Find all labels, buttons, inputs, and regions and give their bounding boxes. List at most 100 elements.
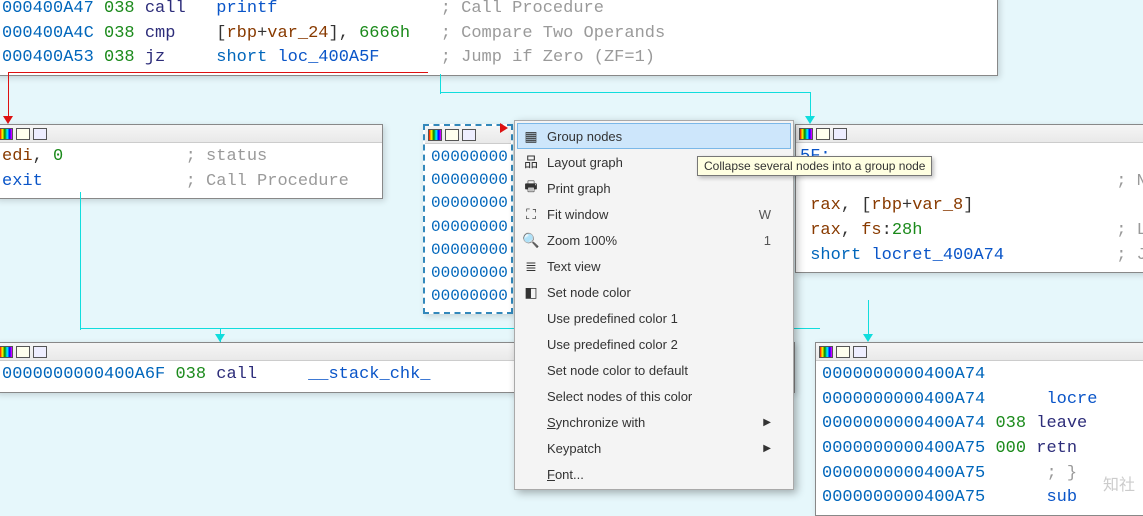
node-top[interactable]: 000400A47 038 call printf ; Call Procedu… <box>0 0 998 76</box>
palette-icon[interactable] <box>428 129 442 141</box>
ctx-label: Text view <box>547 259 771 274</box>
edit-icon[interactable] <box>16 128 30 140</box>
node-bottom-right[interactable]: 0000000000400A74 0000000000400A74 locre0… <box>815 342 1143 516</box>
tooltip: Collapse several nodes into a group node <box>697 156 932 176</box>
props-icon[interactable] <box>33 346 47 358</box>
props-icon[interactable] <box>462 129 476 141</box>
asm-line: 0000000000400A74 <box>822 363 1143 388</box>
ctx-icon <box>521 334 541 354</box>
ctx-label: Keypatch <box>547 441 763 456</box>
node-left[interactable]: edi, 0 ; statusexit ; Call Procedure <box>0 124 383 199</box>
edit-icon[interactable] <box>816 128 830 140</box>
ctx-icon <box>521 308 541 328</box>
node-br-body: 0000000000400A74 0000000000400A74 locre0… <box>816 361 1143 515</box>
props-icon[interactable] <box>833 128 847 140</box>
ctx-icon <box>521 386 541 406</box>
node-right[interactable]: 5F: ; No Operat rax, [rbp+var_8] rax, fs… <box>795 124 1143 273</box>
addr-line: 00000000 <box>431 262 505 285</box>
ctx-label: Fit window <box>547 207 759 222</box>
ctx-label: Zoom 100% <box>547 233 764 248</box>
ctx-print-graph[interactable]: 🖶 Print graph <box>517 175 791 201</box>
edge-true-h <box>440 92 810 93</box>
asm-line: edi, 0 ; status <box>2 145 376 170</box>
node-mid-selected[interactable]: 0000000000000000000000000000000000000000… <box>423 124 513 314</box>
ctx-label: Set node color <box>547 285 771 300</box>
ctx-select-nodes-of-this-color[interactable]: Select nodes of this color <box>517 383 791 409</box>
palette-icon[interactable] <box>819 346 833 358</box>
ctx-fit-window[interactable]: ⛶ Fit windowW <box>517 201 791 227</box>
ctx-icon: 🖶 <box>521 178 541 198</box>
ctx-set-node-color-to-default[interactable]: Set node color to default <box>517 357 791 383</box>
asm-line: short locret_400A74 ; Jump <box>800 244 1143 269</box>
asm-line: 0000000000400A75 ; } <box>822 462 1143 487</box>
ctx-use-predefined-color-1[interactable]: Use predefined color 1 <box>517 305 791 331</box>
ctx-icon: 品 <box>521 152 541 172</box>
submenu-arrow-icon: ▶ <box>763 417 771 428</box>
palette-icon[interactable] <box>0 128 13 140</box>
props-icon[interactable] <box>853 346 867 358</box>
ctx-icon <box>521 438 541 458</box>
ctx-icon <box>521 360 541 380</box>
asm-line: 0000000000400A74 038 leave <box>822 412 1143 437</box>
edge-false-h <box>8 72 428 73</box>
props-icon[interactable] <box>33 128 47 140</box>
edit-icon[interactable] <box>836 346 850 358</box>
addr-line: 00000000 <box>431 285 505 308</box>
edge-true-arrow <box>805 116 815 124</box>
ctx-set-node-color[interactable]: ◧Set node color <box>517 279 791 305</box>
node-mid-body: 0000000000000000000000000000000000000000… <box>425 144 511 312</box>
addr-line: 00000000 <box>431 192 505 215</box>
ctx-text-view[interactable]: ≣ Text view <box>517 253 791 279</box>
addr-line: 00000000 <box>431 239 505 262</box>
node-br-toolbar <box>816 343 1143 361</box>
ctx-icon: ≣ <box>521 256 541 276</box>
addr-line: 00000000 <box>431 216 505 239</box>
ctx-icon: 🔍 <box>521 230 541 250</box>
palette-icon[interactable] <box>0 346 13 358</box>
ctx-synchronize-with[interactable]: Synchronize with▶ <box>517 409 791 435</box>
ctx-label: Font... <box>547 467 771 482</box>
ctx-keypatch[interactable]: Keypatch▶ <box>517 435 791 461</box>
edge-br-v <box>868 300 869 340</box>
ctx-icon: ▦ <box>521 126 541 146</box>
ctx-use-predefined-color-2[interactable]: Use predefined color 2 <box>517 331 791 357</box>
cursor-indicator <box>500 123 508 133</box>
asm-line: 000400A4C 038 cmp [rbp+var_24], 6666h ; … <box>2 22 991 47</box>
edge-bl-v <box>220 328 221 342</box>
addr-line: 00000000 <box>431 146 505 169</box>
submenu-arrow-icon: ▶ <box>763 443 771 454</box>
edit-icon[interactable] <box>16 346 30 358</box>
edge-left-down <box>80 192 81 330</box>
edge-false <box>8 72 9 120</box>
ctx-zoom-100-[interactable]: 🔍 Zoom 100%1 <box>517 227 791 253</box>
addr-line: 00000000 <box>431 169 505 192</box>
ctx-label: Group nodes <box>547 129 771 144</box>
node-mid-toolbar <box>425 126 511 144</box>
edge-false-arrow <box>3 116 13 124</box>
asm-line: exit ; Call Procedure <box>2 170 376 195</box>
asm-line: 0000000000400A75 000 retn <box>822 437 1143 462</box>
ctx-icon <box>521 412 541 432</box>
ctx-font-[interactable]: Font... <box>517 461 791 487</box>
node-left-body: edi, 0 ; statusexit ; Call Procedure <box>0 143 382 198</box>
ctx-icon <box>521 464 541 484</box>
ctx-label: Select nodes of this color <box>547 389 771 404</box>
palette-icon[interactable] <box>799 128 813 140</box>
ctx-group-nodes[interactable]: ▦ Group nodes <box>517 123 791 149</box>
ctx-shortcut: W <box>759 207 771 222</box>
node-top-body: 000400A47 038 call printf ; Call Procedu… <box>0 0 997 75</box>
ctx-shortcut: 1 <box>764 233 771 248</box>
ctx-label: Set node color to default <box>547 363 771 378</box>
ctx-icon: ⛶ <box>521 204 541 224</box>
ctx-label: Use predefined color 2 <box>547 337 771 352</box>
asm-line: 0000000000400A75 sub <box>822 486 1143 511</box>
asm-line: 000400A53 038 jz short loc_400A5F ; Jump… <box>2 46 991 71</box>
ctx-label: Print graph <box>547 181 771 196</box>
ctx-label: Synchronize with <box>547 415 763 430</box>
edge-true-v1 <box>440 74 441 94</box>
node-left-toolbar <box>0 125 382 143</box>
asm-line: rax, [rbp+var_8] <box>800 194 1143 219</box>
edit-icon[interactable] <box>445 129 459 141</box>
asm-line: rax, fs:28h ; Logical E <box>800 219 1143 244</box>
tooltip-text: Collapse several nodes into a group node <box>704 159 925 173</box>
